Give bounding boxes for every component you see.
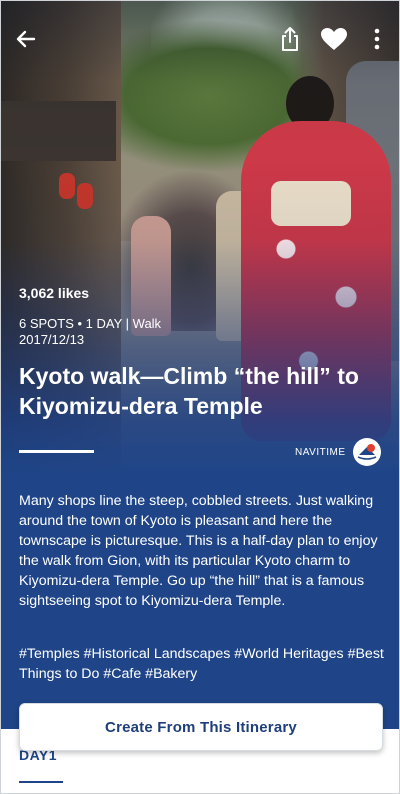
more-vertical-icon[interactable] [365, 23, 389, 55]
itinerary-meta: 6 SPOTS • 1 DAY | Walk [19, 316, 162, 331]
title-divider [19, 450, 94, 453]
app-screen: 3,062 likes 6 SPOTS • 1 DAY | Walk 2017/… [0, 0, 400, 794]
navitime-logo-icon [353, 438, 382, 466]
heart-icon[interactable] [317, 23, 351, 55]
itinerary-description: Many shops line the steep, cobbled stree… [19, 493, 378, 609]
tab-day1-indicator [19, 781, 63, 783]
likes-count: 3,062 likes [19, 285, 90, 301]
top-bar [1, 23, 399, 55]
brand-credit[interactable]: NAVITIME [295, 438, 382, 466]
back-arrow-icon[interactable] [11, 23, 41, 55]
itinerary-date: 2017/12/13 [19, 332, 85, 347]
create-itinerary-button[interactable]: Create From This Itinerary [19, 703, 383, 751]
share-icon[interactable] [275, 23, 305, 55]
brand-name: NAVITIME [295, 446, 346, 458]
itinerary-title: Kyoto walk—Climb “the hill” to Kiyomizu-… [19, 363, 359, 419]
itinerary-tags[interactable]: #Temples #Historical Landscapes #World H… [19, 644, 385, 684]
